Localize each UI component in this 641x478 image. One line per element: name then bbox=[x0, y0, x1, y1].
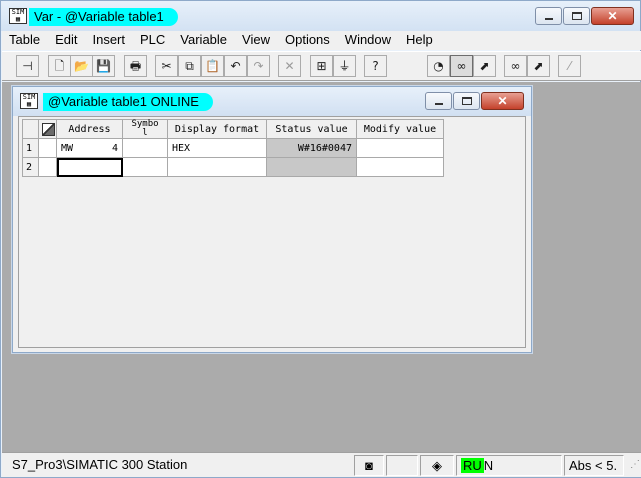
menu-edit[interactable]: Edit bbox=[48, 31, 85, 50]
status-value-cell bbox=[266, 157, 357, 177]
caption-buttons: ✕ bbox=[534, 7, 634, 25]
cpu-mode-run-indicator: RU bbox=[461, 458, 484, 473]
menu-insert[interactable]: Insert bbox=[85, 31, 133, 50]
minimize-icon bbox=[435, 103, 443, 105]
title-bar[interactable]: SIM ▦ Var - @Variable table1 ✕ bbox=[1, 1, 640, 31]
address-cell[interactable]: MW 4 bbox=[56, 138, 123, 158]
display-format-cell[interactable]: HEX bbox=[167, 138, 267, 158]
child-minimize-button[interactable] bbox=[425, 92, 452, 110]
minimize-icon bbox=[545, 18, 553, 20]
save-icon[interactable]: 💾 bbox=[92, 55, 115, 77]
redo-icon[interactable]: ↷ bbox=[247, 55, 270, 77]
simatic-var-icon[interactable]: SIM ▦ bbox=[20, 93, 38, 109]
table-corner-icon bbox=[42, 123, 55, 136]
address-number: 4 bbox=[111, 142, 118, 154]
row-header-corner bbox=[22, 119, 39, 139]
table-row[interactable]: 2 bbox=[22, 157, 444, 177]
select-all-cell[interactable] bbox=[38, 119, 57, 139]
maximize-icon bbox=[462, 97, 472, 105]
force-icon[interactable]: ⁄ bbox=[558, 55, 581, 77]
row-marker-cell[interactable] bbox=[38, 138, 57, 158]
symbol-cell[interactable] bbox=[122, 157, 168, 177]
resize-grip-icon[interactable]: ⋰ bbox=[626, 455, 640, 476]
address-cell-selected[interactable] bbox=[56, 157, 123, 177]
status-bar: S7_Pro3\SIMATIC 300 Station ◙ ◈ RU N Abs … bbox=[2, 452, 641, 477]
menu-view[interactable]: View bbox=[235, 31, 278, 50]
child-maximize-button[interactable] bbox=[453, 92, 480, 110]
minimize-button[interactable] bbox=[535, 7, 562, 25]
pin-icon[interactable]: ⊣ bbox=[16, 55, 39, 77]
main-window: SIM ▦ Var - @Variable table1 ✕ Table Edit… bbox=[0, 0, 641, 478]
row-number[interactable]: 2 bbox=[22, 157, 39, 177]
maximize-icon bbox=[572, 12, 582, 20]
child-title-bar[interactable]: SIM ▦ @Variable table1 ONLINE ✕ bbox=[13, 87, 531, 116]
delete-icon[interactable]: ✕ bbox=[278, 55, 301, 77]
simatic-var-icon[interactable]: SIM ▦ bbox=[9, 8, 27, 24]
menu-options[interactable]: Options bbox=[278, 31, 338, 50]
variable-table-window: SIM ▦ @Variable table1 ONLINE ✕ Address S… bbox=[12, 86, 532, 353]
diagnostic-icon: ◈ bbox=[420, 455, 454, 476]
modify-trigger-icon[interactable]: ⬈ bbox=[527, 55, 550, 77]
help-pointer-icon[interactable]: ? bbox=[364, 55, 387, 77]
column-header-display-format[interactable]: Display format bbox=[167, 119, 267, 139]
menu-table[interactable]: Table bbox=[2, 31, 48, 50]
monitor-once-icon[interactable]: ◔ bbox=[427, 55, 450, 77]
status-value-cell: W#16#0047 bbox=[266, 138, 357, 158]
status-pane-empty bbox=[386, 455, 418, 476]
child-window-title: @Variable table1 ONLINE bbox=[43, 93, 213, 111]
variable-table: Address Symbo l Display format Status va… bbox=[22, 119, 444, 177]
row-marker-cell[interactable] bbox=[38, 157, 57, 177]
mdi-client-area: SIM ▦ @Variable table1 ONLINE ✕ Address S… bbox=[2, 82, 641, 452]
status-path: S7_Pro3\SIMATIC 300 Station bbox=[12, 457, 188, 472]
child-caption-buttons: ✕ bbox=[424, 92, 524, 110]
table-header-row: Address Symbo l Display format Status va… bbox=[22, 119, 444, 139]
menu-plc[interactable]: PLC bbox=[133, 31, 173, 50]
child-close-button[interactable]: ✕ bbox=[481, 92, 524, 110]
column-header-address[interactable]: Address bbox=[56, 119, 123, 139]
menu-bar: Table Edit Insert PLC Variable View Opti… bbox=[2, 31, 641, 50]
online-icon[interactable]: ⏚ bbox=[333, 55, 356, 77]
close-button[interactable]: ✕ bbox=[591, 7, 634, 25]
abs-indicator: Abs < 5. bbox=[564, 455, 624, 476]
cpu-mode-pane: RU N bbox=[456, 455, 562, 476]
row-number[interactable]: 1 bbox=[22, 138, 39, 158]
print-icon[interactable]: 🖶 bbox=[124, 55, 147, 77]
menu-help[interactable]: Help bbox=[399, 31, 441, 50]
cpu-mode-run-suffix: N bbox=[483, 458, 494, 473]
modify-once-icon[interactable]: ⬈ bbox=[473, 55, 496, 77]
modify-value-cell[interactable] bbox=[356, 138, 444, 158]
toolbar: ⊣ 🗋 📂 💾 🖶 ✂ ⧉ 📋 ↶ ↷ ✕ ⊞ ⏚ ? ◔ ∞ ⬈ ∞ ⬈ ⁄ bbox=[2, 51, 641, 81]
copy-icon[interactable]: ⧉ bbox=[178, 55, 201, 77]
menu-window[interactable]: Window bbox=[338, 31, 399, 50]
column-header-status-value[interactable]: Status value bbox=[266, 119, 357, 139]
close-icon: ✕ bbox=[497, 94, 508, 108]
monitor-icon[interactable]: ∞ bbox=[450, 55, 473, 77]
open-icon[interactable]: 📂 bbox=[70, 55, 93, 77]
address-area: MW bbox=[61, 142, 74, 154]
new-icon[interactable]: 🗋 bbox=[48, 55, 71, 77]
network-icon[interactable]: ⊞ bbox=[310, 55, 333, 77]
maximize-button[interactable] bbox=[563, 7, 590, 25]
menu-variable[interactable]: Variable bbox=[173, 31, 235, 50]
table-row[interactable]: 1 MW 4 HEX W#16#0047 bbox=[22, 138, 444, 158]
column-header-symbol[interactable]: Symbo l bbox=[122, 119, 168, 139]
variable-table-body: Address Symbo l Display format Status va… bbox=[18, 116, 526, 348]
close-icon: ✕ bbox=[607, 9, 618, 23]
display-format-cell[interactable] bbox=[167, 157, 267, 177]
undo-icon[interactable]: ↶ bbox=[224, 55, 247, 77]
paste-icon[interactable]: 📋 bbox=[201, 55, 224, 77]
monitor-trigger-icon[interactable]: ∞ bbox=[504, 55, 527, 77]
station-status-icon: ◙ bbox=[354, 455, 384, 476]
symbol-cell[interactable] bbox=[122, 138, 168, 158]
modify-value-cell[interactable] bbox=[356, 157, 444, 177]
column-header-modify-value[interactable]: Modify value bbox=[356, 119, 444, 139]
cut-icon[interactable]: ✂ bbox=[155, 55, 178, 77]
window-title: Var - @Variable table1 bbox=[29, 8, 178, 26]
